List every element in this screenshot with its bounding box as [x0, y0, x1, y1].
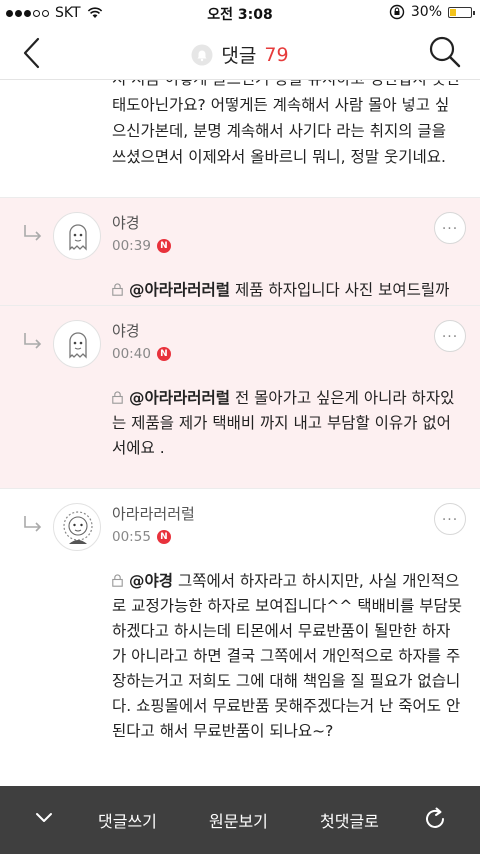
author-name[interactable]: 아라라러러럴 — [112, 503, 195, 524]
write-comment-button[interactable]: 댓글쓰기 — [98, 808, 157, 832]
timestamp: 00:55 — [112, 529, 151, 545]
search-icon[interactable] — [428, 35, 462, 69]
comment-text: 그쪽에서 하자라고 하시지만, 사실 개인적으로 교정가능한 하자로 보여집니다… — [112, 572, 463, 740]
comment-body: 지 지금 이렇게 글쓰신거 상을 유지하고 정한답지 못한 태도아닌가요? 어떻… — [112, 80, 460, 166]
more-dots-icon: ... — [441, 325, 459, 341]
comment-list[interactable]: 지 지금 이렇게 글쓰신거 상을 유지하고 정한답지 못한 태도아닌가요? 어떻… — [0, 80, 480, 786]
reply-arrow-icon — [24, 333, 42, 349]
comment-meta: 00:40 N — [112, 346, 171, 362]
nav-bar: 댓글 79 — [0, 26, 480, 80]
timestamp: 00:40 — [112, 346, 151, 362]
refresh-icon[interactable] — [422, 806, 448, 832]
more-dots-icon: ... — [441, 217, 459, 233]
more-options-button[interactable]: ... — [434, 320, 466, 352]
first-comment-button[interactable]: 첫댓글로 — [320, 808, 379, 832]
lock-icon — [112, 283, 123, 296]
avatar[interactable] — [53, 212, 101, 260]
rotation-lock-icon — [389, 4, 405, 20]
lock-icon — [112, 391, 123, 404]
comment-meta: 00:55 N — [112, 529, 171, 545]
reply-comment: 야경 00:39 N ... @아라라러러럴 제품 하자입니다 사진 보여드릴까… — [0, 197, 480, 324]
comment-body: @야경 그쪽에서 하자라고 하시지만, 사실 개인적으로 교정가능한 하자로 보… — [112, 569, 464, 744]
reply-comment: 야경 00:40 N ... @아라라러러럴 전 몰아가고 싶은게 아니라 하자… — [0, 305, 480, 488]
avatar[interactable] — [53, 503, 101, 551]
mention-link[interactable]: @아라라러러럴 — [129, 389, 230, 407]
ghost-character-icon — [69, 332, 87, 359]
view-original-button[interactable]: 원문보기 — [209, 808, 268, 832]
character-illustration-icon — [63, 511, 93, 544]
status-bar: SKT 오전 3:08 30% — [0, 0, 480, 26]
battery-icon — [448, 6, 475, 18]
avatar[interactable] — [53, 320, 101, 368]
battery-percent: 30% — [410, 4, 442, 20]
more-dots-icon: ... — [441, 508, 459, 524]
mention-link[interactable]: @아라라러러럴 — [129, 281, 230, 299]
new-badge: N — [156, 239, 171, 253]
new-badge: N — [156, 347, 171, 361]
bell-icon[interactable] — [191, 44, 213, 66]
more-options-button[interactable]: ... — [434, 503, 466, 535]
author-name[interactable]: 야경 — [112, 212, 140, 233]
new-badge: N — [156, 530, 171, 544]
ghost-character-icon — [69, 224, 87, 251]
chevron-down-icon[interactable] — [34, 810, 54, 824]
lock-icon — [112, 574, 123, 587]
author-name[interactable]: 야경 — [112, 320, 140, 341]
battery-level — [450, 8, 456, 16]
comment-meta: 00:39 N — [112, 238, 171, 254]
bottom-toolbar: 댓글쓰기 원문보기 첫댓글로 — [0, 786, 480, 854]
reply-arrow-icon — [24, 516, 42, 532]
timestamp: 00:39 — [112, 238, 151, 254]
page-title-label: 댓글 — [221, 45, 257, 67]
comment-body: @아라라러러럴 전 몰아가고 싶은게 아니라 하자있는 제품을 제가 택배비 까… — [112, 386, 464, 461]
reply-arrow-icon — [24, 225, 42, 241]
reply-comment: 아라라러러럴 00:55 N ... @야경 그쪽에서 하자라고 하시지만, 사… — [0, 488, 480, 786]
page-title: 댓글 79 — [0, 41, 480, 68]
mention-link[interactable]: @야경 — [129, 572, 173, 590]
comment-count: 79 — [264, 43, 289, 66]
more-options-button[interactable]: ... — [434, 212, 466, 244]
status-right: 30% — [389, 4, 475, 20]
